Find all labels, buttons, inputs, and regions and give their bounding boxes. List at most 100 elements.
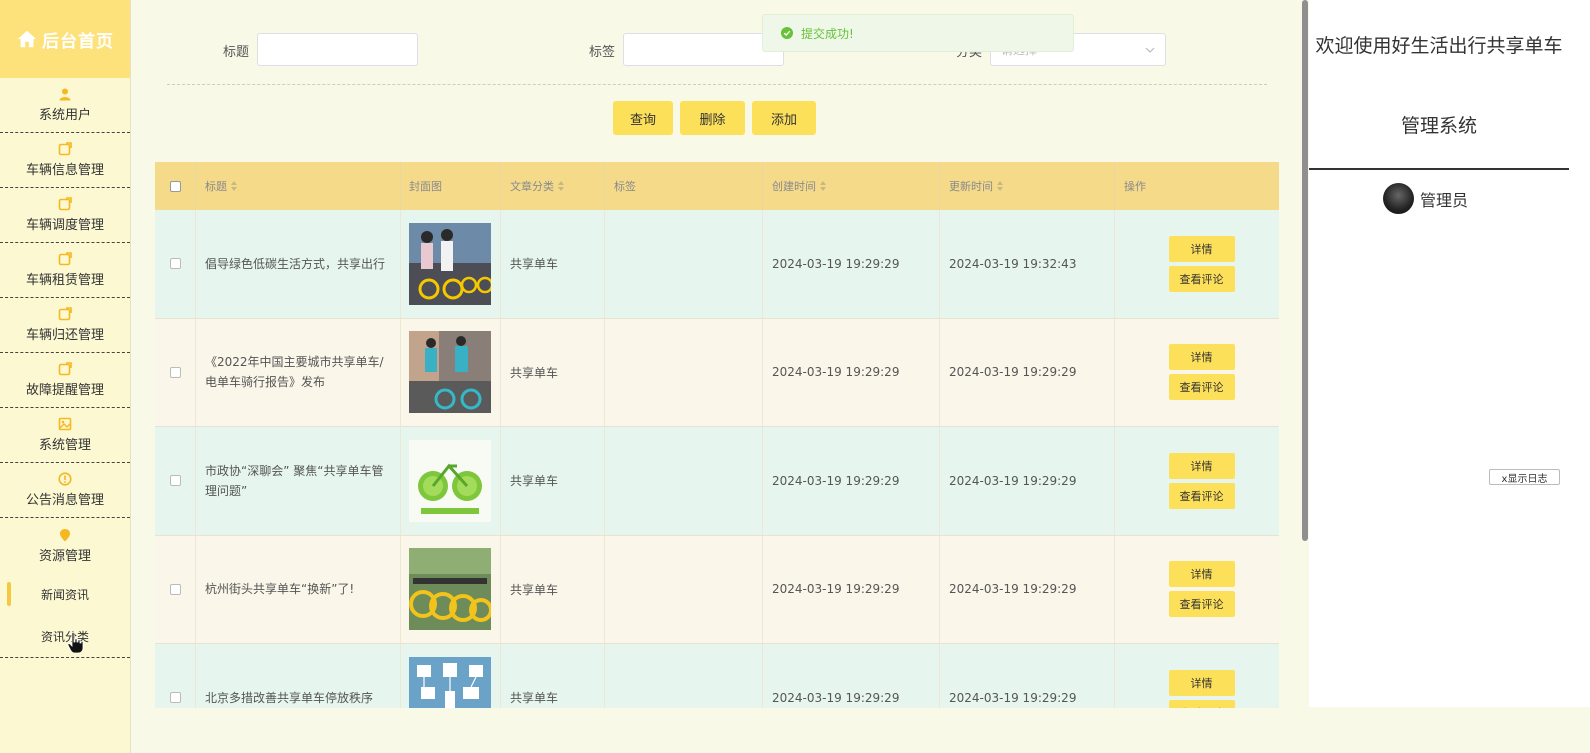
- updated-cell: 2024-03-19 19:29:29: [940, 427, 1115, 535]
- add-button[interactable]: 添加: [752, 101, 816, 135]
- chevron-down-icon: [1145, 47, 1155, 53]
- created-cell: 2024-03-19 19:29:29: [763, 427, 940, 535]
- row-select-cell: [155, 535, 196, 643]
- divider: [167, 84, 1267, 85]
- edit-icon: [58, 197, 72, 211]
- tags-cell: [605, 318, 763, 426]
- cover-cell: [401, 644, 501, 708]
- actions-cell: 详情 查看评论: [1115, 536, 1279, 644]
- actions-cell: 详情 查看评论: [1115, 644, 1279, 708]
- column-header-cover: 封面图: [401, 162, 501, 210]
- edit-icon: [58, 142, 72, 156]
- cover-image[interactable]: [409, 331, 491, 414]
- row-checkbox[interactable]: [169, 258, 181, 270]
- title-filter-label: 标题: [223, 45, 250, 60]
- view-comments-button[interactable]: 查看评论: [1168, 265, 1235, 292]
- category-cell: 共享单车: [501, 535, 605, 643]
- created-cell: 2024-03-19 19:29:29: [763, 535, 940, 643]
- sidebar-item-label: 公告消息管理: [25, 493, 104, 508]
- select-all-checkbox[interactable]: [169, 180, 181, 192]
- brand-home-link[interactable]: 后台首页: [0, 0, 130, 78]
- sort-icon[interactable]: [558, 181, 564, 191]
- title-cell: 北京多措改善共享单车停放秩序: [196, 644, 401, 708]
- sidebar-item-vehicle-return[interactable]: 车辆归还管理: [0, 298, 130, 353]
- user-icon: [59, 88, 71, 101]
- column-header-actions: 操作: [1115, 162, 1279, 210]
- divider: [1309, 168, 1569, 170]
- sidebar-item-vehicle-dispatch[interactable]: 车辆调度管理: [0, 188, 130, 243]
- row-select-cell: [155, 644, 196, 708]
- user-info[interactable]: 管理员: [1383, 183, 1468, 214]
- main-scrollbar[interactable]: [1302, 0, 1308, 541]
- view-comments-button[interactable]: 查看评论: [1168, 699, 1235, 708]
- sidebar-item-label: 车辆调度管理: [25, 218, 104, 233]
- tags-cell: [605, 535, 763, 643]
- updated-cell: 2024-03-19 19:32:43: [940, 210, 1115, 318]
- welcome-line-1: 欢迎使用好生活出行共享单车: [1315, 35, 1563, 57]
- sidebar-item-announcements[interactable]: 公告消息管理: [0, 463, 130, 518]
- row-checkbox[interactable]: [169, 583, 181, 595]
- cover-image[interactable]: [409, 439, 491, 522]
- show-log-button[interactable]: x显示日志: [1489, 469, 1560, 485]
- row-select-cell: [155, 318, 196, 426]
- news-table: 标题 封面图 文章分类 标签 创建时间 更新时间 操作 倡导绿色低碳生活方式，共…: [155, 162, 1279, 708]
- category-cell: 共享单车: [501, 427, 605, 535]
- sort-icon[interactable]: [997, 181, 1003, 191]
- sort-icon[interactable]: [231, 181, 237, 191]
- column-header-category[interactable]: 文章分类: [501, 162, 605, 210]
- cover-image[interactable]: [409, 548, 491, 631]
- detail-button[interactable]: 详情: [1168, 669, 1235, 696]
- user-name: 管理员: [1420, 190, 1469, 210]
- column-header-label: 文章分类: [510, 180, 554, 193]
- cover-cell: [401, 318, 501, 426]
- view-comments-button[interactable]: 查看评论: [1168, 374, 1235, 401]
- sidebar-subitem-news[interactable]: 新闻资讯: [0, 573, 130, 615]
- row-checkbox[interactable]: [169, 366, 181, 378]
- avatar: [1383, 183, 1414, 214]
- tags-cell: [605, 427, 763, 535]
- column-header-title[interactable]: 标题: [196, 162, 401, 210]
- sidebar-item-fault-alert[interactable]: 故障提醒管理: [0, 353, 130, 408]
- column-header-label: 封面图: [409, 180, 442, 193]
- column-header-label: 标签: [614, 180, 636, 193]
- updated-cell: 2024-03-19 19:29:29: [940, 535, 1115, 643]
- column-header-created[interactable]: 创建时间: [763, 162, 940, 210]
- sidebar-item-vehicle-rental[interactable]: 车辆租赁管理: [0, 243, 130, 298]
- created-cell: 2024-03-19 19:29:29: [763, 210, 940, 318]
- edit-icon: [58, 362, 72, 376]
- home-icon: [17, 30, 37, 48]
- view-comments-button[interactable]: 查看评论: [1168, 482, 1235, 509]
- cover-image[interactable]: [409, 656, 491, 708]
- table-row: 市政协“深聊会” 聚焦“共享单车管理问题” 共享单车 2024-03-19 19…: [155, 427, 1279, 536]
- detail-button[interactable]: 详情: [1168, 344, 1235, 371]
- sidebar-subitem-news-category[interactable]: 资讯分类: [0, 615, 130, 657]
- delete-button[interactable]: 删除: [680, 101, 745, 135]
- sidebar-item-vehicle-info[interactable]: 车辆信息管理: [0, 133, 130, 188]
- tag-filter-input[interactable]: [623, 33, 784, 66]
- cover-cell: [401, 210, 501, 318]
- success-toast: 提交成功!: [762, 14, 1074, 52]
- row-checkbox[interactable]: [169, 475, 181, 487]
- column-header-updated[interactable]: 更新时间: [940, 162, 1115, 210]
- sort-icon[interactable]: [820, 181, 826, 191]
- column-header-tags: 标签: [605, 162, 763, 210]
- created-cell: 2024-03-19 19:29:29: [763, 644, 940, 708]
- detail-button[interactable]: 详情: [1168, 452, 1235, 479]
- alert-icon: [58, 472, 72, 486]
- sidebar-item-label: 车辆归还管理: [25, 328, 104, 343]
- cover-image[interactable]: [409, 222, 491, 305]
- row-checkbox[interactable]: [169, 692, 181, 704]
- query-button[interactable]: 查询: [613, 101, 673, 135]
- sidebar-item-system[interactable]: 系统管理: [0, 408, 130, 463]
- sidebar-item-label: 系统管理: [38, 438, 91, 453]
- detail-button[interactable]: 详情: [1168, 235, 1235, 262]
- view-comments-button[interactable]: 查看评论: [1168, 591, 1235, 618]
- title-filter-input[interactable]: [257, 33, 418, 66]
- brand-title: 后台首页: [42, 31, 114, 52]
- table-row: 北京多措改善共享单车停放秩序 共享单车 2024-03-19 19:29:29 …: [155, 644, 1279, 708]
- sidebar-item-label: 系统用户: [38, 108, 91, 123]
- sidebar-item-resources[interactable]: 资源管理: [0, 518, 130, 573]
- sidebar-item-users[interactable]: 系统用户: [0, 78, 130, 133]
- detail-button[interactable]: 详情: [1168, 561, 1235, 588]
- created-cell: 2024-03-19 19:29:29: [763, 318, 940, 426]
